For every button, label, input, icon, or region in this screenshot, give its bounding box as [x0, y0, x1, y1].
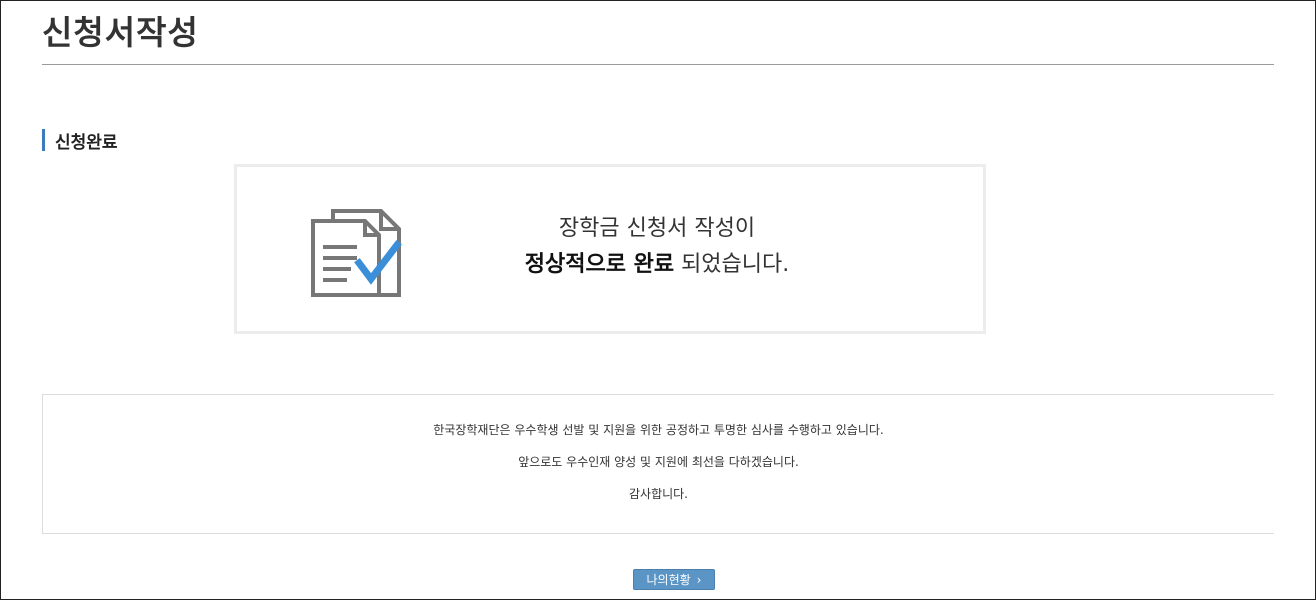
section-heading: 신청완료 [42, 127, 118, 153]
completion-line-2-rest: 되었습니다. [674, 252, 790, 277]
page-title: 신청서작성 [42, 13, 199, 52]
title-divider [42, 64, 1274, 65]
notice-line-1: 한국장학재단은 우수학생 선발 및 지원을 위한 공정하고 투명한 심사를 수행… [433, 423, 884, 437]
my-status-button[interactable]: 나의현황 › [633, 569, 715, 590]
section-accent-bar [42, 129, 45, 151]
completion-line-1: 장학금 신청서 작성이 [558, 216, 756, 241]
notice-line-2: 앞으로도 우수인재 양성 및 지원에 최선을 다하겠습니다. [518, 455, 799, 469]
completion-message: 장학금 신청서 작성이 정상적으로 완료 되었습니다. [447, 211, 867, 283]
section-heading-label: 신청완료 [55, 132, 118, 153]
my-status-button-label: 나의현황 [646, 573, 691, 587]
notice-line-3: 감사합니다. [628, 487, 688, 501]
completion-highlight: 정상적으로 완료 [524, 252, 675, 277]
notice-panel: 한국장학재단은 우수학생 선발 및 지원을 위한 공정하고 투명한 심사를 수행… [42, 394, 1274, 534]
completion-line-2: 정상적으로 완료 되었습니다. [447, 247, 867, 283]
completion-panel: 장학금 신청서 작성이 정상적으로 완료 되었습니다. [234, 164, 986, 334]
document-check-icon [311, 209, 402, 297]
chevron-right-icon: › [696, 572, 702, 587]
